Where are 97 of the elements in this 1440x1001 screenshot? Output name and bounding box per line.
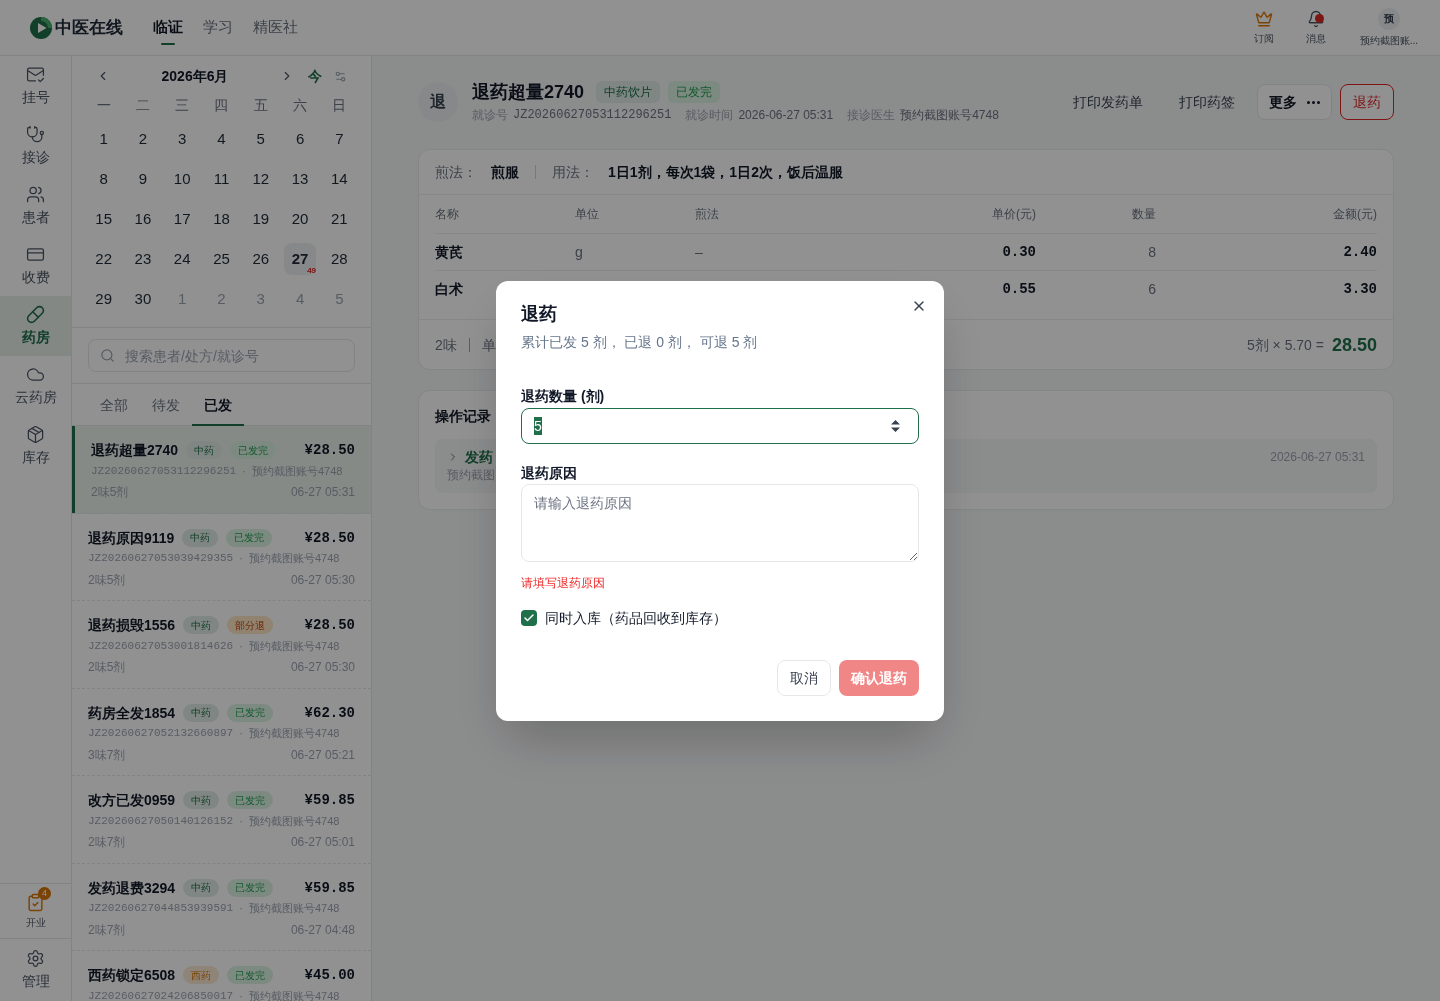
category-tag: 西药 bbox=[183, 966, 220, 984]
order-number: JZ20260627052132660897 bbox=[88, 726, 234, 742]
user-avatar: 预 bbox=[1377, 7, 1400, 30]
meta-value: 预约截图账号4748 bbox=[900, 106, 999, 123]
order-price: ¥28.50 bbox=[304, 441, 355, 460]
table-cell-text: 3.30 bbox=[1342, 280, 1377, 299]
order-number: JZ20260627050140126152 bbox=[88, 813, 234, 829]
table-cell-text: 0.55 bbox=[1001, 280, 1036, 299]
table-cell-text: 8 bbox=[1147, 243, 1156, 262]
category-tag: 中药 bbox=[183, 878, 220, 897]
status-tag: 已发完 bbox=[230, 441, 277, 459]
order-price: ¥28.50 bbox=[304, 528, 355, 548]
table-cell-text: 黄芪 bbox=[435, 243, 464, 262]
separator-dot: · bbox=[239, 638, 243, 654]
category-tag: 中药 bbox=[183, 791, 220, 809]
column-header: 煎法 bbox=[695, 206, 720, 222]
order-price: ¥45.00 bbox=[304, 966, 355, 985]
order-time: 06-27 05:30 bbox=[290, 659, 355, 675]
order-time: 06-27 05:01 bbox=[290, 834, 355, 850]
order-title: 退药超量2740 bbox=[91, 441, 179, 460]
status-tag: 已发完 bbox=[226, 528, 273, 547]
category-tag: 中药饮片 bbox=[596, 80, 661, 103]
meta-value: JZ20260627053112296251 bbox=[513, 106, 672, 123]
count-badge: 4 bbox=[38, 886, 51, 900]
table-cell-text: 6 bbox=[1147, 280, 1156, 299]
separator-dot: · bbox=[239, 988, 243, 1001]
order-title: 发药退费3294 bbox=[88, 878, 176, 898]
column-header: 名称 bbox=[435, 206, 460, 222]
status-tag: 已发完 bbox=[227, 966, 274, 984]
patient-avatar: 退 bbox=[418, 82, 458, 122]
category-tag: 中药 bbox=[182, 528, 219, 547]
usage-value: 1日1剂，每次1袋，1日2次，饭后温服 bbox=[608, 163, 843, 182]
order-title: 退药损毁1556 bbox=[88, 616, 176, 635]
column-header: 金额(元) bbox=[1332, 206, 1377, 222]
prescription-title: 退药超量2740 bbox=[472, 80, 585, 104]
order-number: JZ20260627053001814626 bbox=[88, 638, 234, 654]
order-number: JZ20260627053039429355 bbox=[88, 551, 234, 567]
footer-summary: 单 bbox=[481, 335, 496, 355]
column-header: 数量 bbox=[1131, 206, 1156, 222]
order-title: 退药原因9119 bbox=[88, 528, 175, 548]
table-cell-text: – bbox=[695, 243, 704, 262]
order-title: 药房全发1854 bbox=[88, 703, 176, 723]
weekday-label: 日 bbox=[331, 96, 348, 115]
category-tag: 中药 bbox=[186, 441, 223, 459]
weekday-label: 五 bbox=[252, 96, 269, 115]
category-tag: 中药 bbox=[183, 616, 220, 634]
order-number: JZ20260627024206850017 bbox=[88, 988, 234, 1001]
separator-dot: · bbox=[239, 551, 243, 567]
order-time: 06-27 04:48 bbox=[290, 921, 355, 938]
dialog-subtitle: 累计已发 5 剂， 已退 0 剂， 可退 5 剂 bbox=[521, 332, 758, 352]
table-cell-text: 白术 bbox=[435, 280, 464, 299]
day-count: 49 bbox=[307, 267, 317, 275]
table-cell-text: 0.30 bbox=[1001, 243, 1036, 262]
order-time: 06-27 05:30 bbox=[290, 571, 355, 588]
weekday-label: 六 bbox=[292, 96, 309, 115]
restock-label: 同时入库（药品回收到库存） bbox=[545, 608, 727, 628]
weekday-label: 一 bbox=[95, 96, 112, 115]
order-price: ¥59.85 bbox=[304, 791, 355, 810]
total-formula: 5剂 × 5.70 = bbox=[1246, 335, 1324, 355]
weekday-label: 三 bbox=[174, 96, 191, 115]
status-tag: 已发完 bbox=[227, 791, 274, 809]
meta-value: 2026-06-27 05:31 bbox=[738, 106, 834, 123]
separator-dot: · bbox=[239, 726, 243, 742]
category-tag: 中药 bbox=[183, 703, 220, 722]
footer-summary: 2味 bbox=[435, 335, 457, 355]
month-title: 2026年6月 bbox=[160, 67, 230, 86]
weekday-label: 二 bbox=[134, 96, 151, 115]
separator-dot: · bbox=[239, 813, 243, 829]
status-tag: 已发完 bbox=[227, 703, 274, 722]
column-header: 单位 bbox=[575, 206, 600, 222]
total-amount: 28.50 bbox=[1331, 333, 1377, 357]
error-message: 请填写退药原因 bbox=[521, 574, 605, 591]
order-price: ¥59.85 bbox=[304, 878, 355, 898]
field-label: 退药原因 bbox=[521, 463, 577, 483]
usage-value: 煎服 bbox=[491, 163, 519, 182]
log-title: 操作记录 bbox=[435, 407, 491, 426]
dialog-title: 退药 bbox=[521, 302, 557, 326]
usage-label: 煎法： bbox=[435, 163, 477, 182]
separator-dot: · bbox=[242, 463, 246, 479]
order-title: 改方已发0959 bbox=[88, 791, 176, 810]
status-tag: 部分退 bbox=[227, 616, 274, 634]
log-action: 发药 bbox=[465, 448, 493, 467]
order-time: 06-27 05:21 bbox=[290, 746, 355, 763]
order-price: ¥62.30 bbox=[304, 703, 355, 723]
order-title: 西药锁定6508 bbox=[88, 966, 176, 985]
order-number: JZ20260627044853939591 bbox=[88, 901, 234, 917]
table-cell-text: g bbox=[575, 243, 584, 262]
order-price: ¥28.50 bbox=[304, 616, 355, 635]
status-tag: 已发完 bbox=[227, 878, 274, 897]
usage-label: 用法： bbox=[552, 163, 594, 182]
status-tag: 已发完 bbox=[668, 80, 721, 103]
column-header: 单价(元) bbox=[991, 206, 1036, 222]
table-cell-text: 2.40 bbox=[1342, 243, 1377, 262]
separator-dot: · bbox=[239, 901, 243, 917]
field-label: 退药数量 (剂) bbox=[521, 386, 605, 406]
weekday-label: 四 bbox=[213, 96, 230, 115]
logo-text: 中医在线 bbox=[55, 16, 123, 39]
